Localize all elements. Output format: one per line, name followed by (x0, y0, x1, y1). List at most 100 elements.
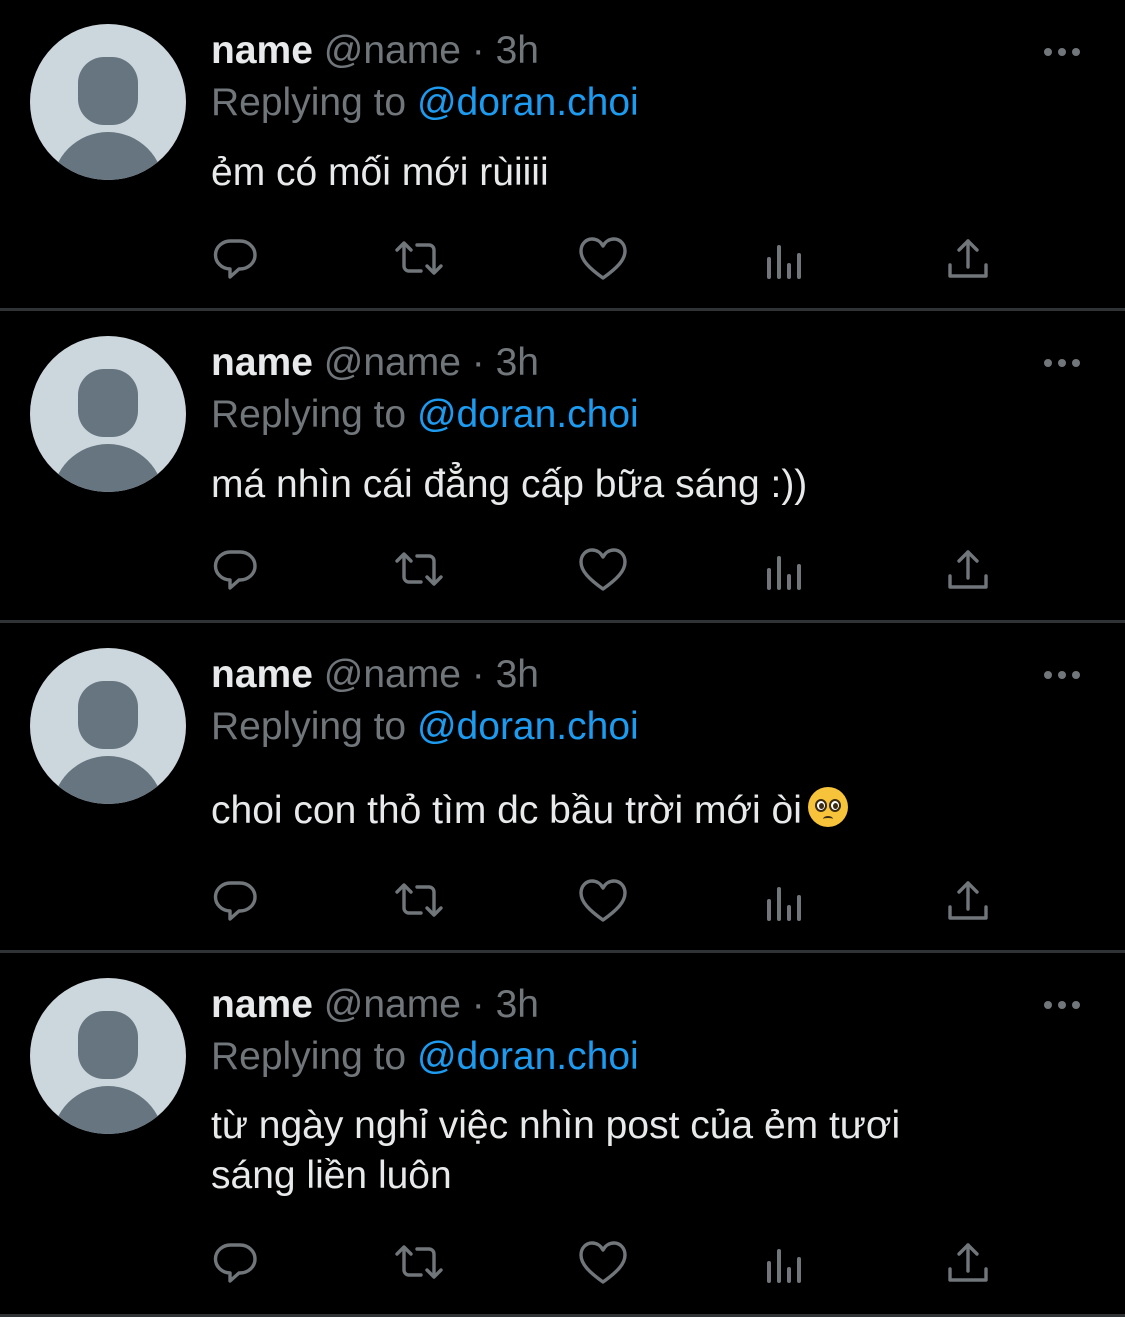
replying-prefix: Replying to (211, 705, 407, 748)
like-button[interactable] (575, 233, 631, 289)
tweet-header: name @name · 3h (211, 339, 539, 387)
replying-prefix: Replying to (211, 393, 407, 436)
reply-icon (208, 544, 264, 600)
emoji-eye (814, 799, 827, 812)
tweet-text: má nhìn cái đẳng cấp bữa sáng :)) (211, 460, 1071, 510)
reply-button[interactable] (208, 1237, 264, 1293)
reply-icon (208, 233, 264, 289)
more-options-button[interactable] (1040, 993, 1084, 1017)
more-dot (1044, 359, 1052, 367)
display-name[interactable]: name (211, 983, 313, 1026)
timestamp[interactable]: 3h (496, 29, 539, 72)
replying-to-mention[interactable]: @doran.choi (417, 705, 639, 748)
emoji-mouth (822, 816, 833, 822)
replying-to-mention[interactable]: @doran.choi (417, 1035, 639, 1078)
retweet-icon (391, 544, 447, 600)
tweet-2[interactable]: name @name · 3h Replying to @doran.choi … (0, 311, 1125, 621)
reply-button[interactable] (208, 875, 264, 931)
tweet-header: name @name · 3h (211, 981, 539, 1029)
replying-to-mention[interactable]: @doran.choi (417, 81, 639, 124)
retweet-button[interactable] (391, 544, 447, 600)
share-icon (940, 875, 996, 931)
avatar[interactable] (30, 978, 186, 1134)
action-bar (0, 544, 1125, 600)
like-button[interactable] (575, 875, 631, 931)
share-icon (940, 1237, 996, 1293)
tweet-text: choi con thỏ tìm dc bầu trời mới òi (211, 786, 1071, 836)
analytics-button[interactable] (758, 1237, 814, 1293)
emoji-eye (828, 799, 841, 812)
display-name[interactable]: name (211, 29, 313, 72)
avatar-head-shape (78, 57, 138, 125)
avatar-body-shape (52, 1086, 164, 1134)
tweet-1[interactable]: name @name · 3h Replying to @doran.choi … (0, 0, 1125, 308)
reply-button[interactable] (208, 233, 264, 289)
tweet-text-line: từ ngày nghỉ việc nhìn post của ẻm tươi (211, 1104, 901, 1147)
more-dot (1058, 359, 1066, 367)
more-dot (1072, 48, 1080, 56)
handle[interactable]: @name (324, 29, 461, 72)
more-dot (1044, 48, 1052, 56)
display-name[interactable]: name (211, 653, 313, 696)
share-button[interactable] (940, 233, 996, 289)
more-dot (1058, 1001, 1066, 1009)
timestamp[interactable]: 3h (496, 983, 539, 1026)
pleading-face-emoji (807, 787, 848, 827)
action-bar (0, 233, 1125, 289)
handle[interactable]: @name (324, 341, 461, 384)
retweet-button[interactable] (391, 1237, 447, 1293)
avatar-body-shape (52, 132, 164, 180)
analytics-icon (758, 1237, 814, 1293)
avatar-head-shape (78, 369, 138, 437)
more-dot (1072, 359, 1080, 367)
share-button[interactable] (940, 1237, 996, 1293)
more-options-button[interactable] (1040, 40, 1084, 64)
tweet-text-line: sáng liền luôn (211, 1154, 452, 1197)
more-options-button[interactable] (1040, 351, 1084, 375)
handle[interactable]: @name (324, 653, 461, 696)
more-options-button[interactable] (1040, 663, 1084, 687)
tweet-header: name @name · 3h (211, 27, 539, 75)
like-icon (575, 233, 631, 289)
like-button[interactable] (575, 1237, 631, 1293)
analytics-icon (758, 544, 814, 600)
analytics-icon (758, 875, 814, 931)
replying-to-mention[interactable]: @doran.choi (417, 393, 639, 436)
tweet-text-line: choi con thỏ tìm dc bầu trời mới òi (211, 786, 1071, 836)
like-icon (575, 875, 631, 931)
separator: · (471, 29, 485, 72)
timestamp[interactable]: 3h (496, 341, 539, 384)
share-button[interactable] (940, 544, 996, 600)
analytics-button[interactable] (758, 875, 814, 931)
separator: · (471, 653, 485, 696)
more-dot (1044, 671, 1052, 679)
tweet-text-line: má nhìn cái đẳng cấp bữa sáng :)) (211, 463, 808, 506)
retweet-icon (391, 1237, 447, 1293)
replying-to-line: Replying to @doran.choi (211, 391, 639, 439)
retweet-icon (391, 233, 447, 289)
handle[interactable]: @name (324, 983, 461, 1026)
avatar[interactable] (30, 648, 186, 804)
tweet-3[interactable]: name @name · 3h Replying to @doran.choi … (0, 623, 1125, 950)
retweet-button[interactable] (391, 875, 447, 931)
share-button[interactable] (940, 875, 996, 931)
tweet-header: name @name · 3h (211, 651, 539, 699)
separator: · (471, 983, 485, 1026)
timestamp[interactable]: 3h (496, 653, 539, 696)
display-name[interactable]: name (211, 341, 313, 384)
like-button[interactable] (575, 544, 631, 600)
action-bar (0, 1237, 1125, 1293)
tweet-4[interactable]: name @name · 3h Replying to @doran.choi … (0, 953, 1125, 1314)
retweet-button[interactable] (391, 233, 447, 289)
analytics-button[interactable] (758, 544, 814, 600)
reply-button[interactable] (208, 544, 264, 600)
replying-to-line: Replying to @doran.choi (211, 703, 639, 751)
avatar[interactable] (30, 24, 186, 180)
tweet-text: từ ngày nghỉ việc nhìn post của ẻm tươi … (211, 1101, 1071, 1201)
analytics-button[interactable] (758, 233, 814, 289)
avatar[interactable] (30, 336, 186, 492)
more-dot (1072, 671, 1080, 679)
share-icon (940, 544, 996, 600)
tweet-text: ẻm có mối mới rùiiii (211, 148, 1071, 198)
separator: · (471, 341, 485, 384)
